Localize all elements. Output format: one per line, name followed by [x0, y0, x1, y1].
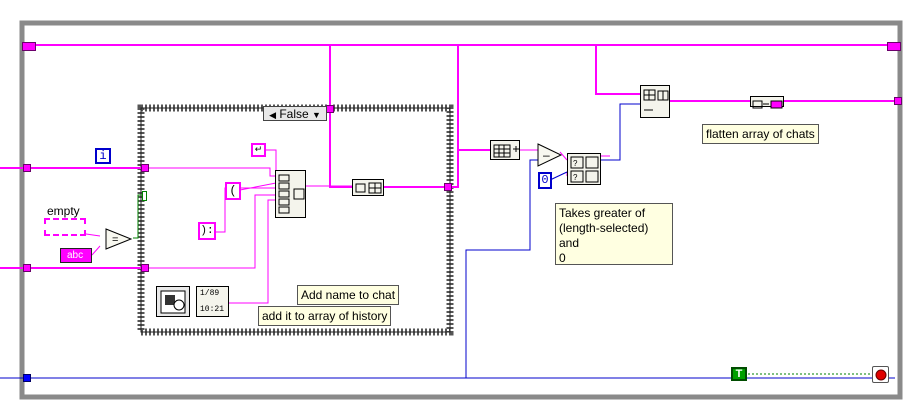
newline-constant[interactable]: ↵ [251, 143, 266, 157]
case-tunnel-1[interactable] [141, 164, 149, 172]
concatenate-strings-node[interactable] [275, 170, 306, 218]
loop-tunnel-string-2[interactable] [23, 264, 31, 272]
string-length-function[interactable]: abc [60, 248, 92, 263]
loop-tunnel-numeric[interactable] [23, 374, 31, 382]
zero-constant[interactable]: 0 [538, 172, 552, 189]
array-size-node[interactable] [490, 140, 520, 160]
empty-string-label: empty [47, 204, 80, 218]
flatten-to-string-node[interactable] [750, 96, 784, 109]
flatten-icon [752, 100, 783, 109]
while-loop-frame [19, 20, 903, 400]
time-readout: 10:21 [200, 305, 225, 314]
subtract-icon: – [543, 148, 550, 162]
string-glyph: abc [67, 250, 84, 261]
svg-text:?: ? [573, 159, 578, 168]
array-size-icon [493, 144, 519, 158]
loop-index-terminal[interactable]: i [95, 148, 111, 164]
comment-add-history: add it to array of history [258, 306, 392, 326]
clock-icon [160, 290, 186, 314]
concatenate-icon [278, 174, 305, 214]
newline-icon: ↵ [254, 144, 263, 154]
loop-tunnel-string-1[interactable] [23, 164, 31, 172]
max-min-node[interactable]: ? ? [567, 153, 601, 185]
array-subset-icon [643, 89, 669, 111]
boolean-wires [133, 194, 872, 375]
empty-string-constant[interactable] [44, 218, 86, 236]
comment-add-name: Add name to chat [297, 285, 400, 305]
stop-terminal[interactable] [872, 366, 889, 383]
string-wires-thin [43, 149, 610, 304]
block-diagram [0, 20, 903, 400]
open-paren-constant[interactable]: ( [225, 182, 241, 200]
subtract-function[interactable]: – [537, 143, 563, 167]
stop-icon [875, 369, 887, 381]
close-paren-constant[interactable]: ): [198, 222, 216, 240]
svg-text:=: = [112, 234, 118, 246]
date-readout: 1/89 [200, 289, 220, 298]
comment-takes-greater: Takes greater of (length-selected) and 0 [555, 203, 673, 265]
case-tunnel-top[interactable] [326, 105, 334, 113]
right-shift-register[interactable] [887, 42, 901, 51]
case-selector-terminal[interactable] [142, 191, 147, 201]
case-output-tunnel[interactable] [444, 183, 452, 191]
format-date-time-function[interactable]: 1/89 10:21 [196, 286, 229, 317]
svg-text:?: ? [573, 173, 578, 182]
true-constant[interactable]: T [731, 367, 747, 381]
equal-icon: = [105, 228, 133, 250]
get-date-time-function[interactable] [156, 286, 190, 317]
case-next-arrow[interactable]: ▼ [312, 110, 321, 120]
case-selector-value: False [279, 107, 309, 121]
comment-flatten: flatten array of chats [702, 124, 819, 144]
case-tunnel-2[interactable] [141, 264, 149, 272]
build-array-node[interactable] [352, 179, 384, 196]
left-shift-register[interactable] [22, 42, 36, 51]
case-selector[interactable]: ◀ False ▼ [263, 106, 327, 121]
build-array-icon [355, 182, 382, 194]
array-subset-node[interactable] [640, 85, 670, 118]
case-prev-arrow[interactable]: ◀ [269, 110, 276, 120]
max-min-icon: ? ? [570, 156, 599, 183]
loop-output-tunnel[interactable] [894, 97, 902, 105]
